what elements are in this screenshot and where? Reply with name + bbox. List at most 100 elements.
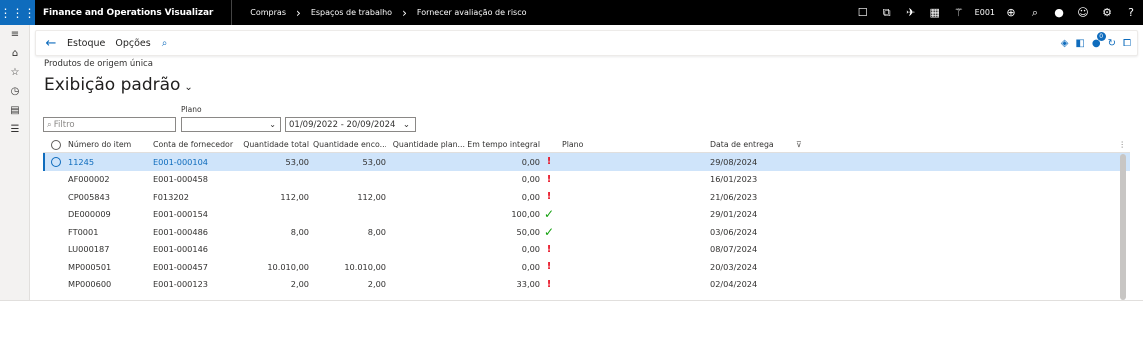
app-launcher-icon[interactable]: ⋮⋮⋮ xyxy=(0,0,36,25)
square-icon[interactable]: ☐ xyxy=(851,0,875,25)
total-quantity-cell: 8,00 xyxy=(290,226,309,237)
breadcrumb-item[interactable]: Compras xyxy=(250,8,286,17)
on-time-cell: 0,00 xyxy=(521,244,540,255)
smiley-icon[interactable]: ☺ xyxy=(1071,0,1095,25)
chevron-down-icon: ⌄ xyxy=(269,120,276,129)
total-quantity-cell: 10.010,00 xyxy=(267,261,309,272)
diamond-icon[interactable]: ◈ xyxy=(1061,38,1069,49)
vendor-account-cell[interactable]: E001-000123 xyxy=(153,279,243,289)
table-row[interactable]: DE000009 E001-000154 100,00 ✓ 29/01/2024 xyxy=(43,206,1130,224)
rocket-icon[interactable]: ✈ xyxy=(899,0,923,25)
row-select-radio[interactable] xyxy=(51,227,61,237)
item-number-cell[interactable]: LU000187 xyxy=(68,244,148,254)
table-row[interactable]: 11245 E001-000104 53,00 53,00 0,00! 29/08/202… xyxy=(43,153,1130,171)
ordered-quantity-cell: 10.010,00 xyxy=(344,261,386,272)
table-row[interactable]: MP000501 E001-000457 10.010,00 10.010,00 0,0… xyxy=(43,258,1130,276)
delivery-date-cell: 21/06/2023 xyxy=(710,191,758,202)
row-select-radio[interactable] xyxy=(51,192,61,202)
table-row[interactable]: LU000187 E001-000146 0,00! 08/07/2024 xyxy=(43,241,1130,259)
item-number-cell[interactable]: DE000009 xyxy=(68,209,148,219)
row-select-radio[interactable] xyxy=(51,156,61,167)
select-all-radio[interactable] xyxy=(51,139,61,150)
page-subtitle: Produtos de origem única xyxy=(44,59,153,69)
row-select-radio[interactable] xyxy=(51,244,61,254)
column-header[interactable]: Quantidade total xyxy=(243,140,309,149)
gear-icon[interactable]: ⚙ xyxy=(1095,0,1119,25)
filter-input[interactable]: ⌕ Filtro xyxy=(43,117,176,132)
vendor-account-cell[interactable]: E001-000457 xyxy=(153,262,243,272)
clock-icon[interactable]: ◷ xyxy=(0,82,30,101)
search-icon[interactable]: ⌕ xyxy=(156,38,174,49)
exclamation-icon: ! xyxy=(546,278,552,290)
column-header[interactable]: Plano xyxy=(562,140,702,149)
vendor-account-cell[interactable]: E001-000486 xyxy=(153,227,243,237)
vendor-account-cell[interactable]: E001-000154 xyxy=(153,209,243,219)
table-row[interactable]: FT0001 E001-000486 8,00 8,00 50,00 ✓ 03/06/202… xyxy=(43,223,1130,241)
hamburger-icon[interactable]: ≡ xyxy=(0,25,30,44)
magic-wand-icon[interactable]: ⚚ xyxy=(947,0,971,25)
column-header[interactable]: Quantidade enco... xyxy=(313,140,386,149)
item-number-cell[interactable]: MP000501 xyxy=(68,262,148,272)
bottom-divider xyxy=(0,300,1143,301)
item-number-cell[interactable]: FT0001 xyxy=(68,227,148,237)
star-icon[interactable]: ☆ xyxy=(0,63,30,82)
company-selector[interactable]: E001 xyxy=(971,8,999,17)
breadcrumb-item[interactable]: Fornecer avaliação de risco xyxy=(417,8,527,17)
table-row[interactable]: AF000002 E001-000458 0,00! 16/01/2023 xyxy=(43,171,1130,189)
plano-dropdown[interactable]: ⌄ xyxy=(181,117,281,132)
vendor-account-cell[interactable]: E001-000104 xyxy=(153,157,243,167)
ordered-quantity-cell: 112,00 xyxy=(357,191,386,202)
vertical-scrollbar[interactable] xyxy=(1120,154,1126,300)
filter-icon[interactable]: ⊽ xyxy=(796,140,802,149)
action-opcoes[interactable]: Opções xyxy=(110,38,155,49)
action-estoque[interactable]: Estoque xyxy=(62,38,110,49)
help-icon[interactable]: ? xyxy=(1119,0,1143,25)
office-icon[interactable]: ◧ xyxy=(1075,38,1084,49)
more-options-icon[interactable]: ⋮ xyxy=(1118,140,1126,149)
ordered-quantity-cell: 8,00 xyxy=(367,226,386,237)
delivery-date-cell: 16/01/2023 xyxy=(710,174,758,185)
back-arrow-icon[interactable]: ← xyxy=(40,36,62,51)
vendor-account-cell[interactable]: E001-000146 xyxy=(153,244,243,254)
page-title: Exibição padrão xyxy=(44,75,181,95)
list-icon[interactable]: ☰ xyxy=(0,120,30,139)
table-row[interactable]: MP000600 E001-000123 2,00 2,00 33,00! 02/04/2… xyxy=(43,276,1130,294)
vendor-account-cell[interactable]: F013202 xyxy=(153,192,243,202)
on-time-cell: 0,00 xyxy=(521,191,540,202)
row-select-radio[interactable] xyxy=(51,262,61,272)
notification-count: 0 xyxy=(1096,31,1106,41)
column-header[interactable]: Em tempo integral xyxy=(465,140,540,149)
lightbulb-icon[interactable]: ● xyxy=(1047,0,1071,25)
view-selector[interactable]: Exibição padrão ⌄ xyxy=(44,75,193,95)
item-number-cell[interactable]: MP000600 xyxy=(68,279,148,289)
breadcrumb-item[interactable]: Espaços de trabalho xyxy=(311,8,392,17)
row-select-radio[interactable] xyxy=(51,209,61,219)
column-header[interactable]: Número do item xyxy=(68,140,148,149)
search-icon: ⌕ xyxy=(47,119,52,130)
item-number-cell[interactable]: CP005843 xyxy=(68,192,148,202)
workspace-icon[interactable]: ▤ xyxy=(0,101,30,120)
row-select-radio[interactable] xyxy=(51,174,61,184)
open-new-window-icon[interactable]: ⧠ xyxy=(1123,38,1131,49)
date-range-dropdown[interactable]: 01/09/2022 - 20/09/2024 ⌄ xyxy=(285,117,416,132)
column-header[interactable]: Conta de fornecedor xyxy=(153,140,243,149)
table-row[interactable]: CP005843 F013202 112,00 112,00 0,00! 21/06/20… xyxy=(43,188,1130,206)
row-select-radio[interactable] xyxy=(51,279,61,289)
chevron-right-icon: › xyxy=(402,5,407,20)
exclamation-icon: ! xyxy=(546,261,552,273)
search-icon[interactable]: ⌕ xyxy=(1023,0,1047,25)
calculator-icon[interactable]: ▦ xyxy=(923,0,947,25)
column-header[interactable]: Data de entrega xyxy=(710,140,820,149)
refresh-icon[interactable]: ↻ xyxy=(1108,38,1116,49)
copy-icon[interactable]: ⧉ xyxy=(875,0,899,25)
vendor-account-cell[interactable]: E001-000458 xyxy=(153,174,243,184)
item-number-cell[interactable]: AF000002 xyxy=(68,174,148,184)
home-icon[interactable]: ⌂ xyxy=(0,44,30,63)
notifications-icon[interactable]: ● 0 xyxy=(1092,31,1106,49)
exclamation-icon: ! xyxy=(546,243,552,255)
delivery-date-cell: 29/01/2024 xyxy=(710,209,758,220)
item-number-cell[interactable]: 11245 xyxy=(68,157,148,167)
app-name[interactable]: Finance and Operations Visualizar xyxy=(35,0,233,25)
column-header[interactable]: Quantidade plan... xyxy=(391,140,465,149)
globe-icon[interactable]: ⊕ xyxy=(999,0,1023,25)
